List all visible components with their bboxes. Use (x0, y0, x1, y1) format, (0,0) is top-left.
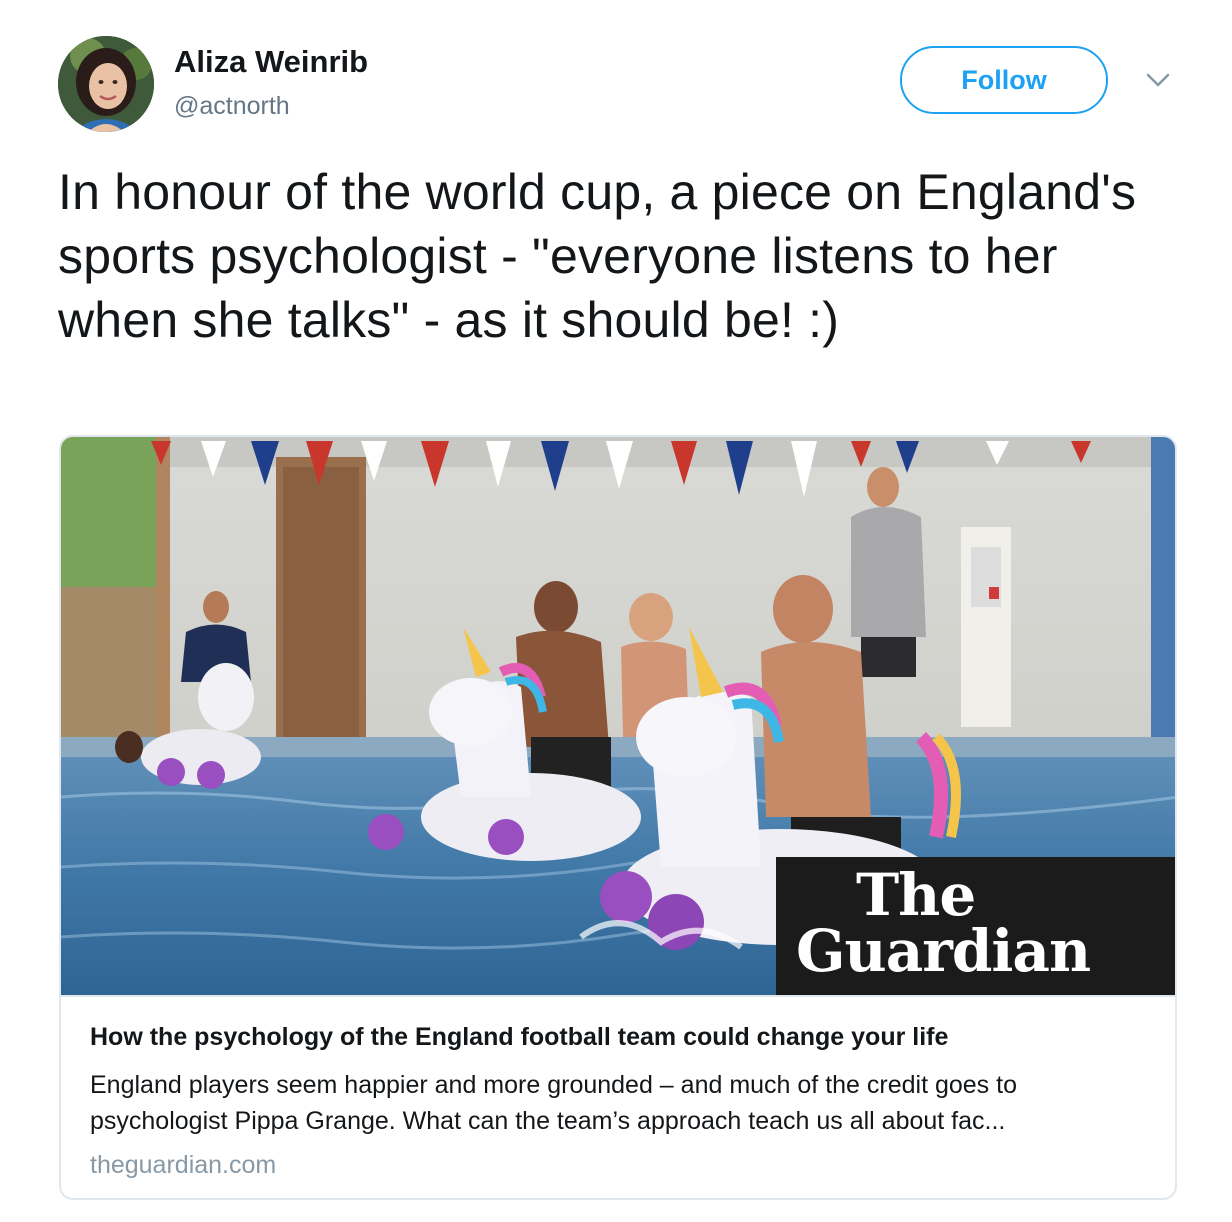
guardian-logo-line1: The (856, 861, 976, 929)
follow-button[interactable]: Follow (900, 46, 1108, 114)
author-name[interactable]: Aliza Weinrib (174, 44, 368, 80)
author-handle[interactable]: @actnorth (174, 92, 290, 121)
card-body: How the psychology of the England footba… (61, 995, 1175, 1198)
tweet-text: In honour of the world cup, a piece on E… (58, 164, 1137, 348)
guardian-logo-text: The Guardian (796, 861, 1156, 985)
chevron-down-icon[interactable] (1144, 66, 1172, 94)
avatar[interactable] (58, 36, 154, 132)
card-domain: theguardian.com (90, 1151, 277, 1179)
link-card[interactable]: The Guardian How the psychology of the E… (59, 435, 1177, 1200)
tweet-header: Aliza Weinrib @actnorth Follow (58, 36, 1188, 136)
guardian-logo-line2: Guardian (796, 917, 1091, 985)
card-description: England players seem happier and more gr… (90, 1071, 1017, 1135)
avatar-photo (58, 36, 154, 132)
card-title[interactable]: How the psychology of the England footba… (90, 1023, 1150, 1052)
